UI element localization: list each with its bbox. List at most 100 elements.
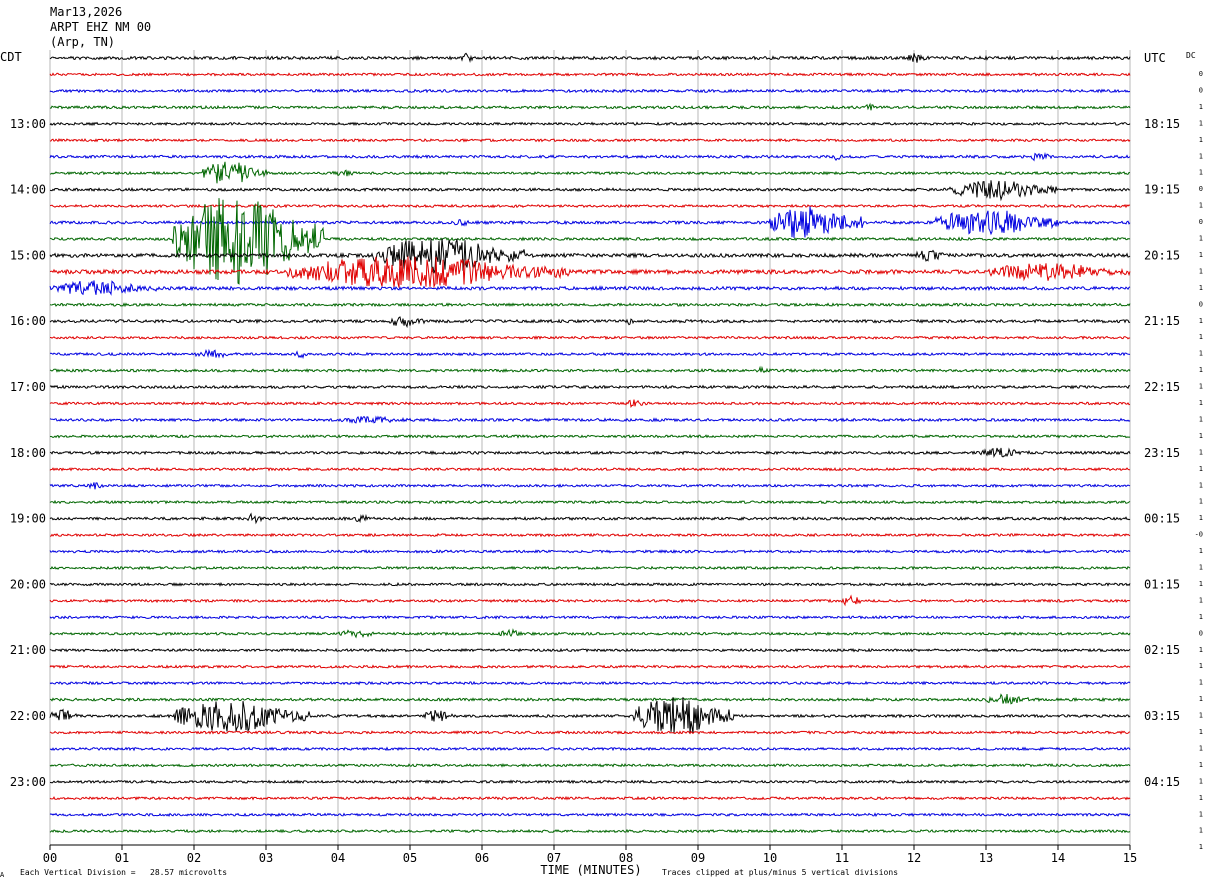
trace-line bbox=[49, 348, 1131, 359]
dc-offset-value: 1 bbox=[1199, 235, 1203, 243]
dc-offset-value: 1 bbox=[1199, 695, 1203, 703]
dc-offset-value: 0 bbox=[1199, 185, 1203, 193]
x-tick-label: 09 bbox=[691, 851, 705, 865]
dc-offset-value: 0 bbox=[1199, 70, 1203, 78]
trace-line bbox=[49, 594, 1131, 607]
trace-line bbox=[49, 280, 1131, 296]
left-hour-label: 14:00 bbox=[10, 183, 46, 197]
trace-line bbox=[49, 628, 1131, 639]
right-hour-label: UTC bbox=[1144, 51, 1166, 65]
dc-offset-value: -0 bbox=[1195, 531, 1203, 539]
corner-mark: A bbox=[0, 871, 5, 879]
header-location: (Arp, TN) bbox=[50, 35, 115, 49]
trace-line bbox=[49, 52, 1131, 64]
dc-offset-value: 1 bbox=[1199, 251, 1203, 259]
right-hour-label: 18:15 bbox=[1144, 117, 1180, 131]
right-hour-labels: UTC 18:15 19:15 20:15 21:15 22:15 23:15 00:15 01… bbox=[1144, 51, 1180, 789]
trace-line bbox=[49, 72, 1131, 77]
dc-offset-value: 1 bbox=[1199, 596, 1203, 604]
trace-line bbox=[49, 302, 1131, 308]
left-hour-label: 16:00 bbox=[10, 314, 46, 328]
dc-offset-value: 1 bbox=[1199, 712, 1203, 720]
dc-offset-value: 1 bbox=[1199, 810, 1203, 818]
trace-line bbox=[49, 137, 1131, 143]
dc-offset-value: 1 bbox=[1199, 843, 1203, 851]
x-tick-label: 13 bbox=[979, 851, 993, 865]
x-tick-label: 15 bbox=[1123, 851, 1137, 865]
trace-line bbox=[49, 647, 1131, 653]
trace-line bbox=[49, 697, 1131, 734]
dc-offset-column: 0 0 1 1 1 1 1 0 1 0 1 1 1 1 0 1 1 1 1 1 1 1 1 1 1 1 1 1 -0 1 1 1 1 1 0 1 1 1 1… bbox=[1195, 70, 1203, 851]
left-hour-label: 18:00 bbox=[10, 446, 46, 460]
helicorder-plot: Mar13,2026 ARPT EHZ NM 00 (Arp, TN) CDT … bbox=[0, 5, 1203, 879]
trace-line bbox=[49, 828, 1131, 834]
x-tick-label: 01 bbox=[115, 851, 129, 865]
trace-line bbox=[49, 121, 1131, 127]
right-hour-label: 19:15 bbox=[1144, 183, 1180, 197]
right-hour-label: 04:15 bbox=[1144, 775, 1180, 789]
x-tick-label: 14 bbox=[1051, 851, 1065, 865]
left-hour-label: 19:00 bbox=[10, 512, 46, 526]
dc-offset-value: 1 bbox=[1199, 169, 1203, 177]
trace-line bbox=[49, 763, 1131, 768]
seismic-traces bbox=[49, 52, 1131, 834]
left-hour-label: 15:00 bbox=[10, 248, 46, 262]
dc-offset-value: 1 bbox=[1199, 662, 1203, 670]
dc-offset-value: 1 bbox=[1199, 267, 1203, 275]
trace-line bbox=[49, 434, 1131, 439]
trace-line bbox=[49, 384, 1131, 390]
trace-line bbox=[49, 693, 1131, 705]
dc-offset-value: 1 bbox=[1199, 580, 1203, 588]
x-tick-label: 10 bbox=[763, 851, 777, 865]
dc-offset-value: 1 bbox=[1199, 333, 1203, 341]
dc-offset-value: 1 bbox=[1199, 415, 1203, 423]
x-axis-title: TIME (MINUTES) bbox=[540, 863, 641, 877]
dc-offset-value: 1 bbox=[1199, 284, 1203, 292]
trace-line bbox=[49, 447, 1131, 458]
trace-line bbox=[49, 415, 1131, 424]
trace-line bbox=[49, 466, 1131, 472]
left-hour-label: 23:00 bbox=[10, 775, 46, 789]
trace-line bbox=[49, 161, 1131, 184]
dc-offset-value: 0 bbox=[1199, 629, 1203, 637]
dc-offset-value: 1 bbox=[1199, 744, 1203, 752]
trace-line bbox=[49, 812, 1131, 817]
dc-offset-value: 1 bbox=[1199, 761, 1203, 769]
dc-offset-value: 1 bbox=[1199, 547, 1203, 555]
x-axis-ticks: 00 01 02 03 04 05 06 07 08 09 10 11 12 13 14 15 bbox=[43, 845, 1137, 865]
dc-offset-value: 1 bbox=[1199, 728, 1203, 736]
left-timezone-label: CDT bbox=[0, 50, 22, 64]
x-tick-label: 04 bbox=[331, 851, 345, 865]
trace-line bbox=[49, 499, 1131, 505]
x-tick-label: 02 bbox=[187, 851, 201, 865]
trace-line bbox=[49, 365, 1131, 374]
dc-offset-value: 1 bbox=[1199, 827, 1203, 835]
dc-offset-value: 1 bbox=[1199, 317, 1203, 325]
dc-offset-value: 1 bbox=[1199, 481, 1203, 489]
x-tick-label: 05 bbox=[403, 851, 417, 865]
right-hour-label: 22:15 bbox=[1144, 380, 1180, 394]
x-tick-label: 11 bbox=[835, 851, 849, 865]
trace-line bbox=[49, 203, 1131, 209]
left-hour-label: 17:00 bbox=[10, 380, 46, 394]
left-hour-label: 20:00 bbox=[10, 577, 46, 591]
dc-header-label: DC bbox=[1186, 51, 1196, 60]
x-tick-label: 06 bbox=[475, 851, 489, 865]
dc-offset-value: 1 bbox=[1199, 465, 1203, 473]
dc-offset-value: 1 bbox=[1199, 498, 1203, 506]
trace-line bbox=[49, 180, 1131, 202]
dc-offset-value: 1 bbox=[1199, 399, 1203, 407]
trace-line bbox=[49, 664, 1131, 670]
trace-line bbox=[49, 746, 1131, 752]
dc-offset-value: 1 bbox=[1199, 514, 1203, 522]
trace-line bbox=[49, 88, 1131, 94]
trace-line bbox=[49, 151, 1131, 162]
dc-offset-value: 1 bbox=[1199, 679, 1203, 687]
right-hour-label: 03:15 bbox=[1144, 709, 1180, 723]
trace-line bbox=[49, 581, 1131, 587]
right-hour-label: 20:15 bbox=[1144, 248, 1180, 262]
trace-line bbox=[49, 730, 1131, 735]
trace-line bbox=[49, 565, 1131, 571]
dc-offset-value: 1 bbox=[1199, 794, 1203, 802]
trace-line bbox=[49, 680, 1131, 686]
